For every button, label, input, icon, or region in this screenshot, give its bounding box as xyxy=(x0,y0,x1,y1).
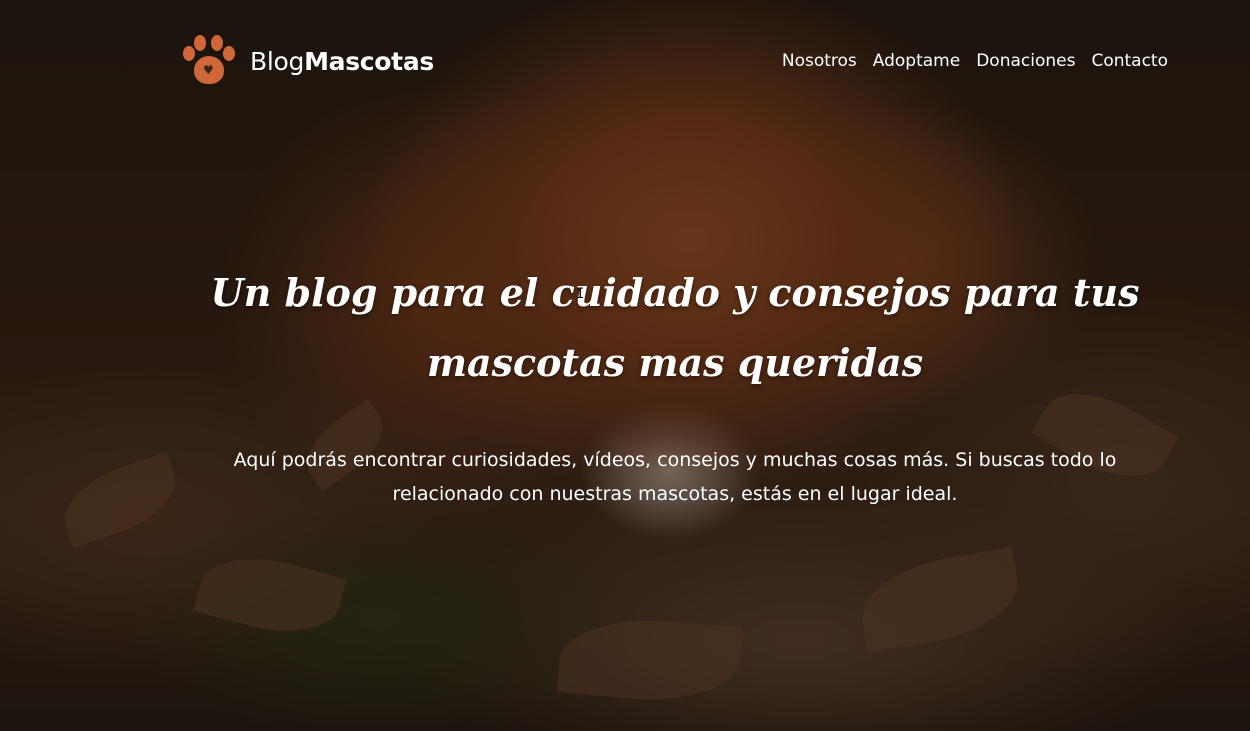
brand-logo-link[interactable]: ♥ BlogMascotas xyxy=(183,34,434,88)
nav-link-donaciones[interactable]: Donaciones xyxy=(976,51,1075,71)
site-header: ♥ BlogMascotas Nosotros Adoptame Donacio… xyxy=(183,32,1168,90)
nav-link-adoptame[interactable]: Adoptame xyxy=(873,51,960,71)
hero-subtitle: Aquí podrás encontrar curiosidades, víde… xyxy=(233,449,1117,505)
hero-title: Un blog para el cuidado y consejos para … xyxy=(210,270,1140,385)
brand-name: BlogMascotas xyxy=(250,47,434,76)
nav-link-nosotros[interactable]: Nosotros xyxy=(782,51,857,71)
text-cursor-icon: I xyxy=(576,286,585,302)
hero-section: ♥ BlogMascotas Nosotros Adoptame Donacio… xyxy=(0,0,1250,731)
brand-name-light: Blog xyxy=(250,46,305,76)
brand-name-bold: Mascotas xyxy=(304,46,434,76)
main-nav: Nosotros Adoptame Donaciones Contacto xyxy=(782,51,1168,71)
nav-link-contacto[interactable]: Contacto xyxy=(1091,51,1168,71)
paw-heart-icon: ♥ xyxy=(183,34,236,88)
